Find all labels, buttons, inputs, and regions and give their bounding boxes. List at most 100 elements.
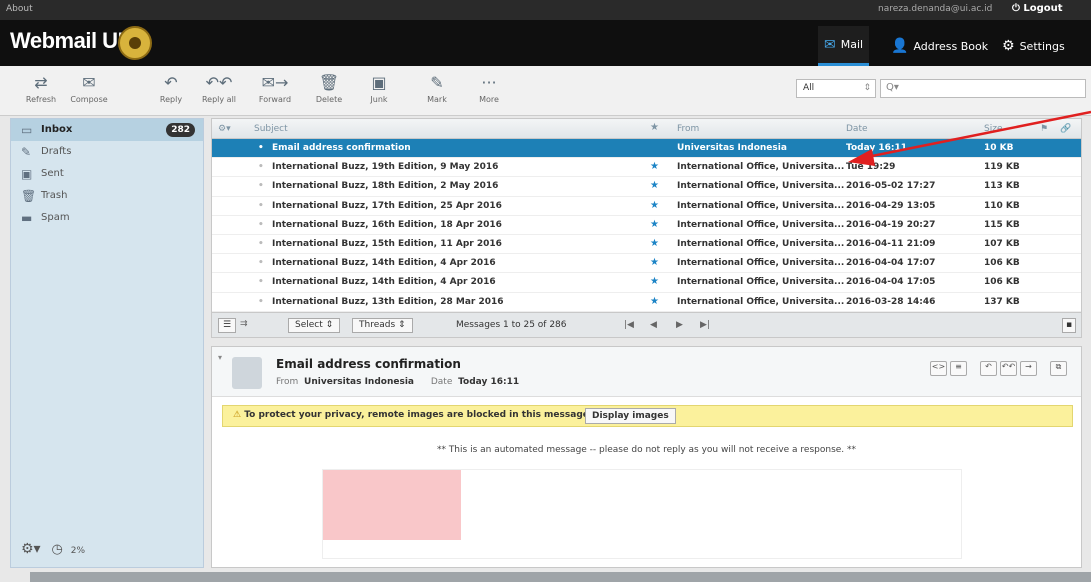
delete-label: Delete <box>315 95 343 104</box>
table-row[interactable]: • International Buzz, 17th Edition, 25 Ap… <box>212 197 1081 216</box>
forward-label: Forward <box>258 95 292 104</box>
reply-all-button[interactable]: ↶↶ Reply all <box>196 72 242 104</box>
nav-address-book[interactable]: 👤 Address Book <box>885 32 994 60</box>
row-size: 107 KB <box>984 238 1020 249</box>
nav-mail[interactable]: ✉ Mail <box>818 26 870 66</box>
table-row[interactable]: • International Buzz, 14th Edition, 4 Apr… <box>212 273 1081 293</box>
row-subject: International Buzz, 14th Edition, 4 Apr … <box>272 258 496 269</box>
star-icon[interactable]: ★ <box>650 276 659 287</box>
more-button[interactable]: ··· More <box>466 72 512 104</box>
preview-subject: Email address confirmation <box>276 357 461 371</box>
reply-all-icon[interactable]: ↶↶ <box>1000 361 1017 376</box>
about-link[interactable]: About <box>6 4 33 14</box>
sidebar-item-sent[interactable]: ▣ Sent <box>11 163 203 185</box>
sidebar-item-drafts[interactable]: ✎ Drafts <box>11 141 203 163</box>
reply-button[interactable]: ↶ Reply <box>148 72 194 104</box>
nav-settings[interactable]: ⚙ Settings <box>996 32 1071 60</box>
junk-button[interactable]: ▣ Junk <box>356 72 402 104</box>
sidebar-item-inbox[interactable]: ▭ Inbox 282 <box>11 119 203 141</box>
threads-toggle-icon[interactable]: ⇉ <box>240 319 248 329</box>
last-page-icon[interactable]: ▶| <box>700 320 710 330</box>
row-from: International Office, Universita... <box>677 200 845 211</box>
star-icon[interactable]: ★ <box>650 161 659 172</box>
table-row[interactable]: • Email address confirmation Universitas I… <box>212 139 1081 159</box>
star-icon[interactable]: ★ <box>650 219 659 230</box>
preview-from[interactable]: Universitas Indonesia <box>304 377 414 387</box>
sidebar-item-label: Inbox <box>41 124 73 135</box>
star-icon[interactable]: ★ <box>650 296 659 307</box>
row-date: 2016-05-02 17:27 <box>846 181 936 192</box>
table-row[interactable]: • International Buzz, 13th Edition, 28 Ma… <box>212 293 1081 312</box>
logout-button[interactable]: ⏻ Logout <box>1012 3 1063 14</box>
table-row[interactable]: • International Buzz, 15th Edition, 11 Ap… <box>212 235 1081 255</box>
mark-label: Mark <box>427 95 447 104</box>
list-layout-icon[interactable]: ☰ <box>218 318 237 333</box>
junk-label: Junk <box>370 95 388 104</box>
forward-button[interactable]: ✉→ Forward <box>252 72 298 104</box>
sidebar-item-trash[interactable]: 🗑 Trash <box>11 185 203 207</box>
unread-dot-icon: • <box>258 296 264 307</box>
compose-button[interactable]: ✉ Compose <box>66 72 112 104</box>
collapse-icon[interactable]: ▾ <box>218 353 222 362</box>
row-date: Tue 19:29 <box>846 162 896 173</box>
list-footer: ☰ ⇉ Select ⇕ Threads ⇕ Messages 1 to 25 … <box>212 312 1081 337</box>
star-icon[interactable]: ★ <box>650 257 659 268</box>
top-bar: About nareza.denanda@ui.ac.id ⏻ Logout <box>0 0 1091 20</box>
unread-dot-icon: • <box>258 181 264 192</box>
filter-value: All <box>803 83 815 93</box>
quota-icon: ◷ <box>51 542 63 557</box>
list-options-gear-icon[interactable]: ⚙▾ <box>218 124 231 134</box>
star-icon[interactable]: ★ <box>650 238 659 249</box>
filter-select[interactable]: All ⇕ <box>796 79 876 98</box>
row-date: 2016-04-11 21:09 <box>846 238 936 249</box>
preview-toggle-icon[interactable]: ▪ <box>1062 318 1077 333</box>
select-label: Select <box>295 320 323 330</box>
table-row[interactable]: • International Buzz, 18th Edition, 2 May… <box>212 177 1081 197</box>
row-subject: International Buzz, 17th Edition, 25 Apr… <box>272 200 502 211</box>
app-title: Webmail UI <box>10 28 124 53</box>
display-images-button[interactable]: Display images <box>585 408 676 424</box>
row-size: 106 KB <box>984 258 1020 269</box>
list-rows: • Email address confirmation Universitas I… <box>212 139 1081 312</box>
column-subject[interactable]: Subject <box>254 124 288 134</box>
text-view-icon[interactable]: ≡ <box>950 361 967 376</box>
row-date: 2016-04-04 17:05 <box>846 277 936 288</box>
first-page-icon[interactable]: |◀ <box>624 320 634 330</box>
table-row[interactable]: • International Buzz, 16th Edition, 18 Ap… <box>212 216 1081 235</box>
forward-icon: ✉→ <box>261 73 289 92</box>
open-new-window-icon[interactable]: ⧉ <box>1050 361 1067 376</box>
sidebar-footer: ⚙▾ ◷ 2% <box>21 541 93 557</box>
mark-button[interactable]: ✎ Mark <box>414 72 460 104</box>
row-from: International Office, Universita... <box>677 296 845 307</box>
prev-page-icon[interactable]: ◀ <box>650 320 657 330</box>
automated-message-note: ** This is an automated message -- pleas… <box>436 445 857 455</box>
blocked-image-placeholder <box>323 470 461 540</box>
table-row[interactable]: • International Buzz, 19th Edition, 9 May… <box>212 158 1081 178</box>
column-date[interactable]: Date <box>846 124 868 134</box>
reply-icon[interactable]: ↶ <box>980 361 997 376</box>
delete-button[interactable]: 🗑 Delete <box>306 72 352 104</box>
forward-icon[interactable]: → <box>1020 361 1037 376</box>
threads-dropdown[interactable]: Threads ⇕ <box>352 318 413 333</box>
column-from[interactable]: From <box>677 124 699 134</box>
nav-address-book-label: Address Book <box>913 39 989 53</box>
select-dropdown[interactable]: Select ⇕ <box>288 318 341 333</box>
column-size[interactable]: Size <box>984 124 1002 134</box>
folder-settings-gear-icon[interactable]: ⚙▾ <box>21 541 41 557</box>
table-row[interactable]: • International Buzz, 14th Edition, 4 Apr… <box>212 254 1081 274</box>
row-from: International Office, Universita... <box>677 258 845 269</box>
logout-label: Logout <box>1023 3 1063 14</box>
row-date: 2016-03-28 14:46 <box>846 296 936 307</box>
html-view-icon[interactable]: <> <box>930 361 947 376</box>
bottom-shadow <box>30 572 1091 582</box>
star-icon[interactable]: ★ <box>650 180 659 191</box>
sidebar-item-spam[interactable]: ▬ Spam <box>11 207 203 229</box>
star-icon[interactable]: ★ <box>650 200 659 211</box>
nav-mail-label: Mail <box>840 38 864 51</box>
refresh-button[interactable]: ⇄ Refresh <box>18 72 64 104</box>
envelope-icon: ✉ <box>824 36 836 53</box>
next-page-icon[interactable]: ▶ <box>676 320 683 330</box>
unread-dot-icon: • <box>258 277 264 288</box>
sidebar-item-label: Spam <box>41 212 70 223</box>
search-input[interactable]: Q▾ <box>880 79 1086 98</box>
